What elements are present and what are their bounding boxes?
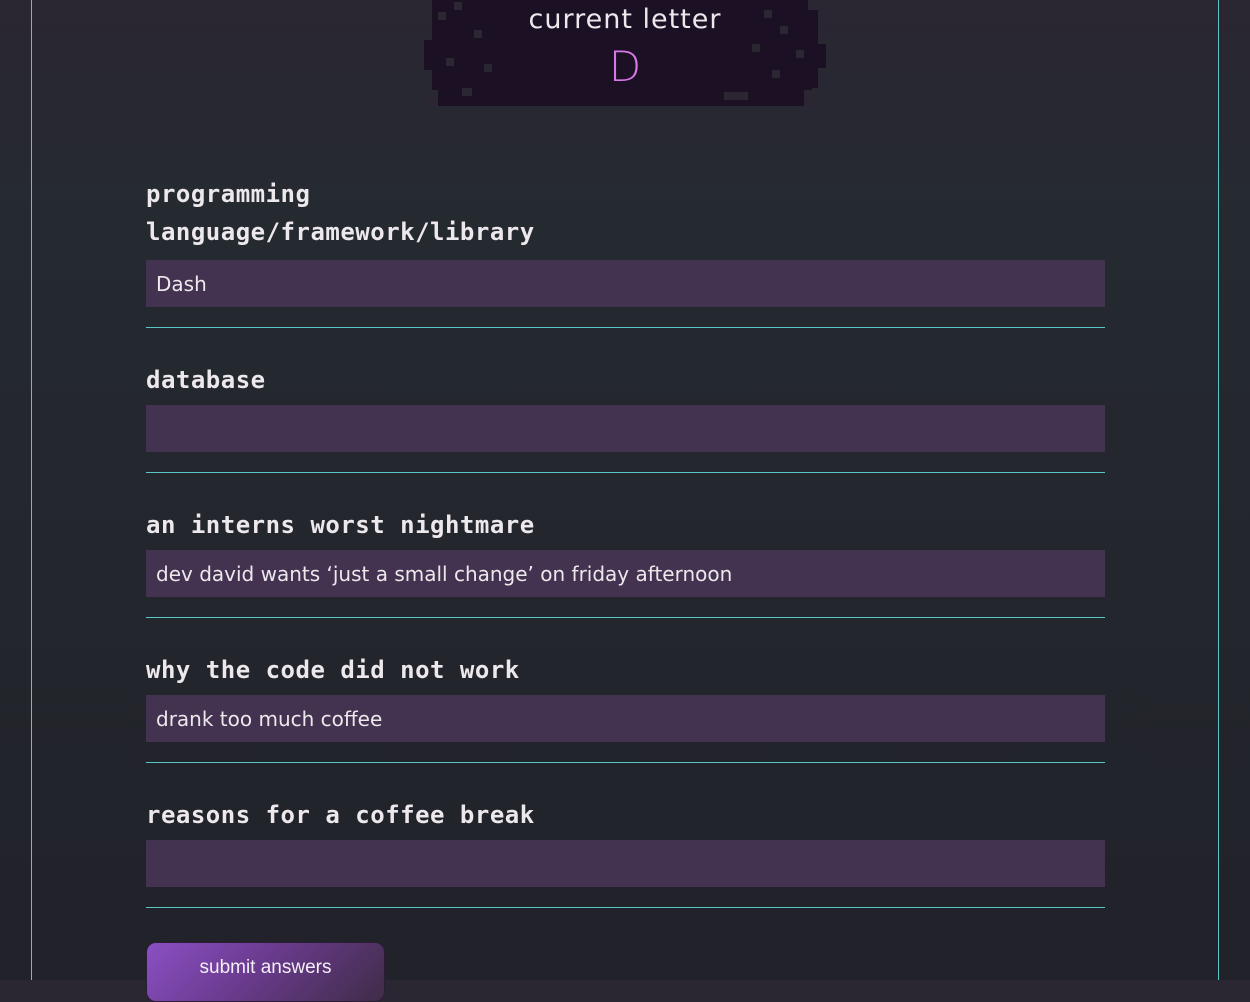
field-label-database: database — [146, 366, 266, 394]
field-label-programming: programming language/framework/library — [146, 180, 535, 246]
field-code-failure: why the code did not work — [146, 618, 1105, 763]
field-intern-nightmare: an interns worst nightmare — [146, 473, 1105, 618]
intern-nightmare-input[interactable] — [146, 550, 1105, 597]
field-programming: programming language/framework/library — [146, 175, 1105, 328]
current-letter-value: D — [608, 42, 642, 91]
answer-form: programming language/framework/library d… — [146, 175, 1105, 908]
field-label-intern-nightmare: an interns worst nightmare — [146, 511, 535, 539]
database-input[interactable] — [146, 405, 1105, 452]
code-failure-input[interactable] — [146, 695, 1105, 742]
field-label-coffee-break: reasons for a coffee break — [146, 801, 535, 829]
field-database: database — [146, 328, 1105, 473]
coffee-break-input[interactable] — [146, 840, 1105, 887]
current-letter-panel: current letter D — [424, 0, 826, 106]
field-coffee-break: reasons for a coffee break — [146, 763, 1105, 908]
submit-answers-button[interactable]: submit answers — [146, 942, 385, 1002]
field-label-code-failure: why the code did not work — [146, 656, 520, 684]
programming-input[interactable] — [146, 260, 1105, 307]
current-letter-title: current letter — [528, 4, 722, 35]
